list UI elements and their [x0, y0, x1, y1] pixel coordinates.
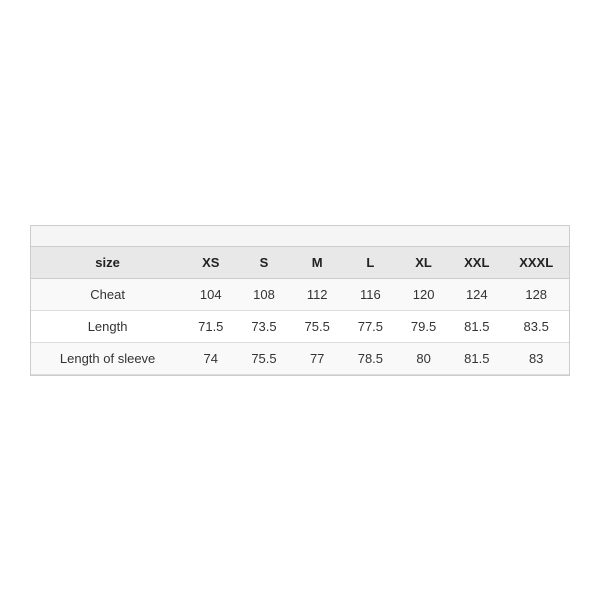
size-table: sizeXSSMLXLXXLXXXL Cheat1041081121161201…: [31, 247, 569, 375]
cell-2-6: 83: [503, 342, 569, 374]
header-size-label: size: [31, 247, 184, 279]
cell-0-6: 128: [503, 278, 569, 310]
cell-2-5: 81.5: [450, 342, 503, 374]
header-m: M: [291, 247, 344, 279]
table-body: Cheat104108112116120124128Length71.573.5…: [31, 278, 569, 374]
cell-1-4: 79.5: [397, 310, 450, 342]
cell-0-5: 124: [450, 278, 503, 310]
cell-2-3: 78.5: [344, 342, 397, 374]
size-chart: sizeXSSMLXLXXLXXXL Cheat1041081121161201…: [30, 225, 570, 376]
header-row: sizeXSSMLXLXXLXXXL: [31, 247, 569, 279]
cell-2-2: 77: [291, 342, 344, 374]
table-row: Cheat104108112116120124128: [31, 278, 569, 310]
header-l: L: [344, 247, 397, 279]
header-xxl: XXL: [450, 247, 503, 279]
header-xxxl: XXXL: [503, 247, 569, 279]
row-label-2: Length of sleeve: [31, 342, 184, 374]
header-xl: XL: [397, 247, 450, 279]
cell-2-4: 80: [397, 342, 450, 374]
cell-0-2: 112: [291, 278, 344, 310]
cell-0-1: 108: [237, 278, 290, 310]
cell-0-3: 116: [344, 278, 397, 310]
cell-2-0: 74: [184, 342, 237, 374]
row-label-0: Cheat: [31, 278, 184, 310]
cell-1-1: 73.5: [237, 310, 290, 342]
table-header: sizeXSSMLXLXXLXXXL: [31, 247, 569, 279]
cell-1-6: 83.5: [503, 310, 569, 342]
cell-1-2: 75.5: [291, 310, 344, 342]
chart-title-row: [31, 226, 569, 247]
cell-1-5: 81.5: [450, 310, 503, 342]
header-s: S: [237, 247, 290, 279]
header-xs: XS: [184, 247, 237, 279]
table-row: Length71.573.575.577.579.581.583.5: [31, 310, 569, 342]
row-label-1: Length: [31, 310, 184, 342]
cell-2-1: 75.5: [237, 342, 290, 374]
cell-1-3: 77.5: [344, 310, 397, 342]
cell-0-0: 104: [184, 278, 237, 310]
cell-1-0: 71.5: [184, 310, 237, 342]
cell-0-4: 120: [397, 278, 450, 310]
table-row: Length of sleeve7475.57778.58081.583: [31, 342, 569, 374]
